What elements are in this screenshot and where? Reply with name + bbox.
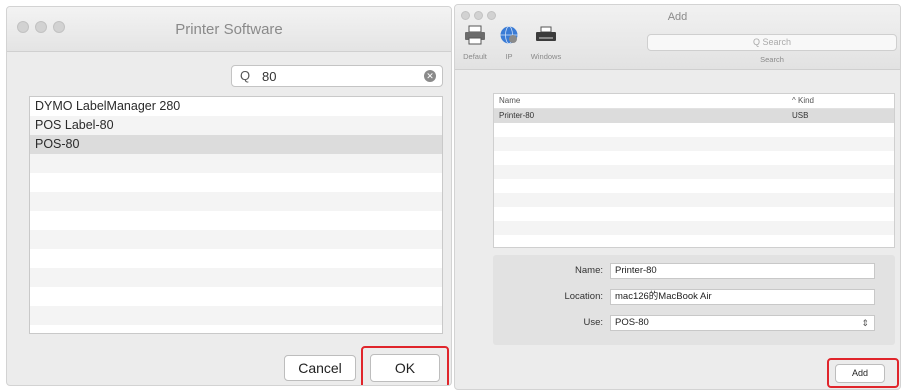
toolbar-ip[interactable]: IP bbox=[492, 25, 526, 61]
empty-row bbox=[30, 173, 442, 192]
search-input[interactable]: 80 bbox=[262, 69, 276, 84]
name-field[interactable]: Printer-80 bbox=[610, 263, 875, 279]
toolbar-windows[interactable]: Windows bbox=[529, 25, 563, 61]
windows-printer-icon bbox=[536, 26, 556, 41]
table-row[interactable]: Printer-80 USB bbox=[494, 109, 894, 123]
empty-row bbox=[30, 249, 442, 268]
toolbar-windows-label: Windows bbox=[530, 52, 562, 61]
printer-icon bbox=[465, 25, 485, 45]
printer-software-dialog: Printer Software Q 80 ✕ DYMO LabelManage… bbox=[6, 6, 452, 386]
printer-software-list[interactable]: DYMO LabelManager 280 POS Label-80 POS-8… bbox=[29, 96, 443, 334]
empty-row bbox=[30, 154, 442, 173]
empty-row bbox=[30, 230, 442, 249]
empty-row bbox=[494, 221, 894, 235]
empty-row bbox=[30, 192, 442, 211]
empty-row bbox=[30, 325, 442, 333]
empty-row bbox=[30, 306, 442, 325]
cancel-button[interactable]: Cancel bbox=[284, 355, 356, 381]
printer-details-form: Name: Printer-80 Location: mac126的MacBoo… bbox=[493, 255, 895, 345]
use-label: Use: bbox=[583, 317, 603, 328]
empty-row bbox=[494, 137, 894, 151]
toolbar-default[interactable]: Default bbox=[458, 25, 492, 61]
empty-row bbox=[494, 123, 894, 137]
empty-row bbox=[494, 165, 894, 179]
empty-row bbox=[494, 193, 894, 207]
title-bar: Add Default IP Windows Q Search Search bbox=[455, 5, 900, 70]
printer-kind: USB bbox=[792, 111, 809, 120]
empty-row bbox=[494, 207, 894, 221]
empty-row bbox=[494, 151, 894, 165]
location-label: Location: bbox=[564, 291, 603, 302]
printer-table[interactable]: Name ^ Kind Printer-80 USB bbox=[493, 93, 895, 248]
list-item[interactable]: POS Label-80 bbox=[30, 116, 442, 135]
title-bar: Printer Software bbox=[7, 7, 451, 52]
ok-highlight-box bbox=[361, 346, 449, 385]
chevron-updown-icon: ⇕ bbox=[861, 318, 869, 328]
search-placeholder: Search bbox=[762, 37, 792, 47]
clear-search-icon[interactable]: ✕ bbox=[424, 70, 436, 82]
search-icon: Q bbox=[240, 68, 251, 83]
empty-row bbox=[30, 287, 442, 306]
table-header: Name ^ Kind bbox=[494, 94, 894, 109]
globe-icon bbox=[500, 26, 518, 44]
empty-row bbox=[30, 211, 442, 230]
search-input[interactable]: Q Search bbox=[647, 34, 897, 51]
toolbar-default-label: Default bbox=[463, 52, 487, 61]
empty-row bbox=[494, 235, 894, 247]
search-icon: Q bbox=[752, 37, 760, 47]
list-item[interactable]: DYMO LabelManager 280 bbox=[30, 97, 442, 116]
empty-row bbox=[30, 268, 442, 287]
column-header-name[interactable]: Name bbox=[499, 96, 520, 105]
add-printer-dialog: Add Default IP Windows Q Search Search N… bbox=[454, 4, 901, 390]
use-select-value: POS-80 bbox=[615, 317, 649, 328]
empty-row bbox=[494, 179, 894, 193]
add-highlight-box bbox=[827, 358, 899, 388]
search-field[interactable]: Q 80 ✕ bbox=[231, 65, 443, 87]
search-label: Search bbox=[760, 55, 784, 64]
toolbar-ip-label: IP bbox=[505, 52, 513, 61]
location-field[interactable]: mac126的MacBook Air bbox=[610, 289, 875, 305]
name-label: Name: bbox=[575, 265, 603, 276]
list-item-selected[interactable]: POS-80 bbox=[30, 135, 442, 154]
printer-name: Printer-80 bbox=[499, 111, 535, 120]
dialog-title: Printer Software bbox=[175, 21, 283, 38]
dialog-title: Add bbox=[667, 11, 688, 23]
column-header-kind[interactable]: ^ Kind bbox=[792, 96, 814, 105]
use-select[interactable]: POS-80 ⇕ bbox=[610, 315, 875, 331]
